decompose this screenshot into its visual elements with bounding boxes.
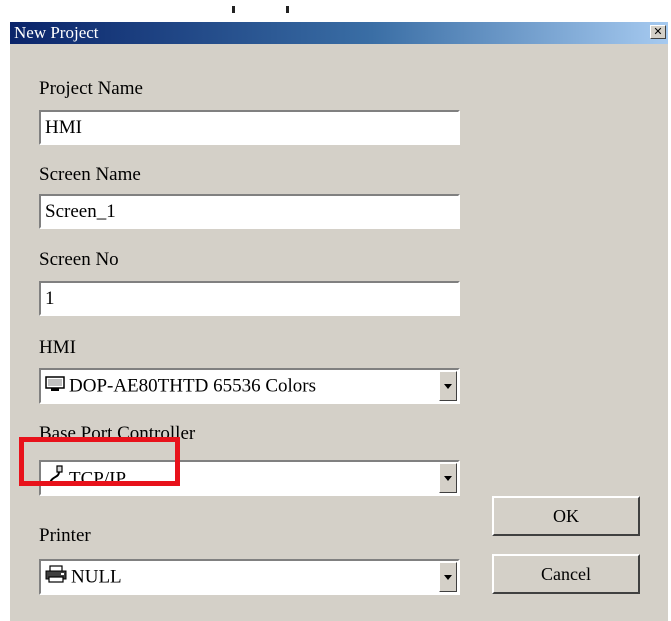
printer-select[interactable]: NULL <box>39 559 460 595</box>
hmi-value: DOP-AE80THTD 65536 Colors <box>69 375 316 397</box>
base-port-controller-select[interactable]: TCP/IP <box>39 460 460 496</box>
base-port-controller-value: TCP/IP <box>69 468 127 490</box>
screen-no-input[interactable]: 1 <box>39 281 460 316</box>
network-cable-icon <box>45 464 65 495</box>
chevron-down-icon <box>444 575 452 580</box>
background-fragment <box>0 0 671 22</box>
cancel-button[interactable]: Cancel <box>492 554 640 594</box>
close-icon: ✕ <box>653 25 663 38</box>
project-name-input[interactable]: HMI <box>39 110 460 145</box>
close-button[interactable]: ✕ <box>650 25 666 39</box>
monitor-icon <box>45 373 65 401</box>
printer-value: NULL <box>71 566 122 588</box>
base-port-controller-label: Base Port Controller <box>39 423 196 444</box>
printer-label: Printer <box>39 525 91 546</box>
fragment-mark <box>232 6 235 13</box>
title-bar[interactable]: New Project ✕ <box>10 22 668 44</box>
screen-name-label: Screen Name <box>39 164 141 185</box>
printer-dropdown-button[interactable] <box>439 562 457 592</box>
hmi-select[interactable]: DOP-AE80THTD 65536 Colors <box>39 368 460 404</box>
project-name-label: Project Name <box>39 78 143 99</box>
chevron-down-icon <box>444 384 452 389</box>
window-title: New Project <box>14 23 99 42</box>
new-project-dialog: New Project ✕ Project Name HMI Screen Na… <box>8 21 668 621</box>
hmi-dropdown-button[interactable] <box>439 371 457 401</box>
printer-icon <box>45 564 67 592</box>
base-port-dropdown-button[interactable] <box>439 463 457 493</box>
fragment-mark <box>286 6 289 13</box>
screen-name-input[interactable]: Screen_1 <box>39 194 460 229</box>
hmi-label: HMI <box>39 337 76 358</box>
ok-button[interactable]: OK <box>492 496 640 536</box>
screen-no-label: Screen No <box>39 249 119 270</box>
chevron-down-icon <box>444 476 452 481</box>
